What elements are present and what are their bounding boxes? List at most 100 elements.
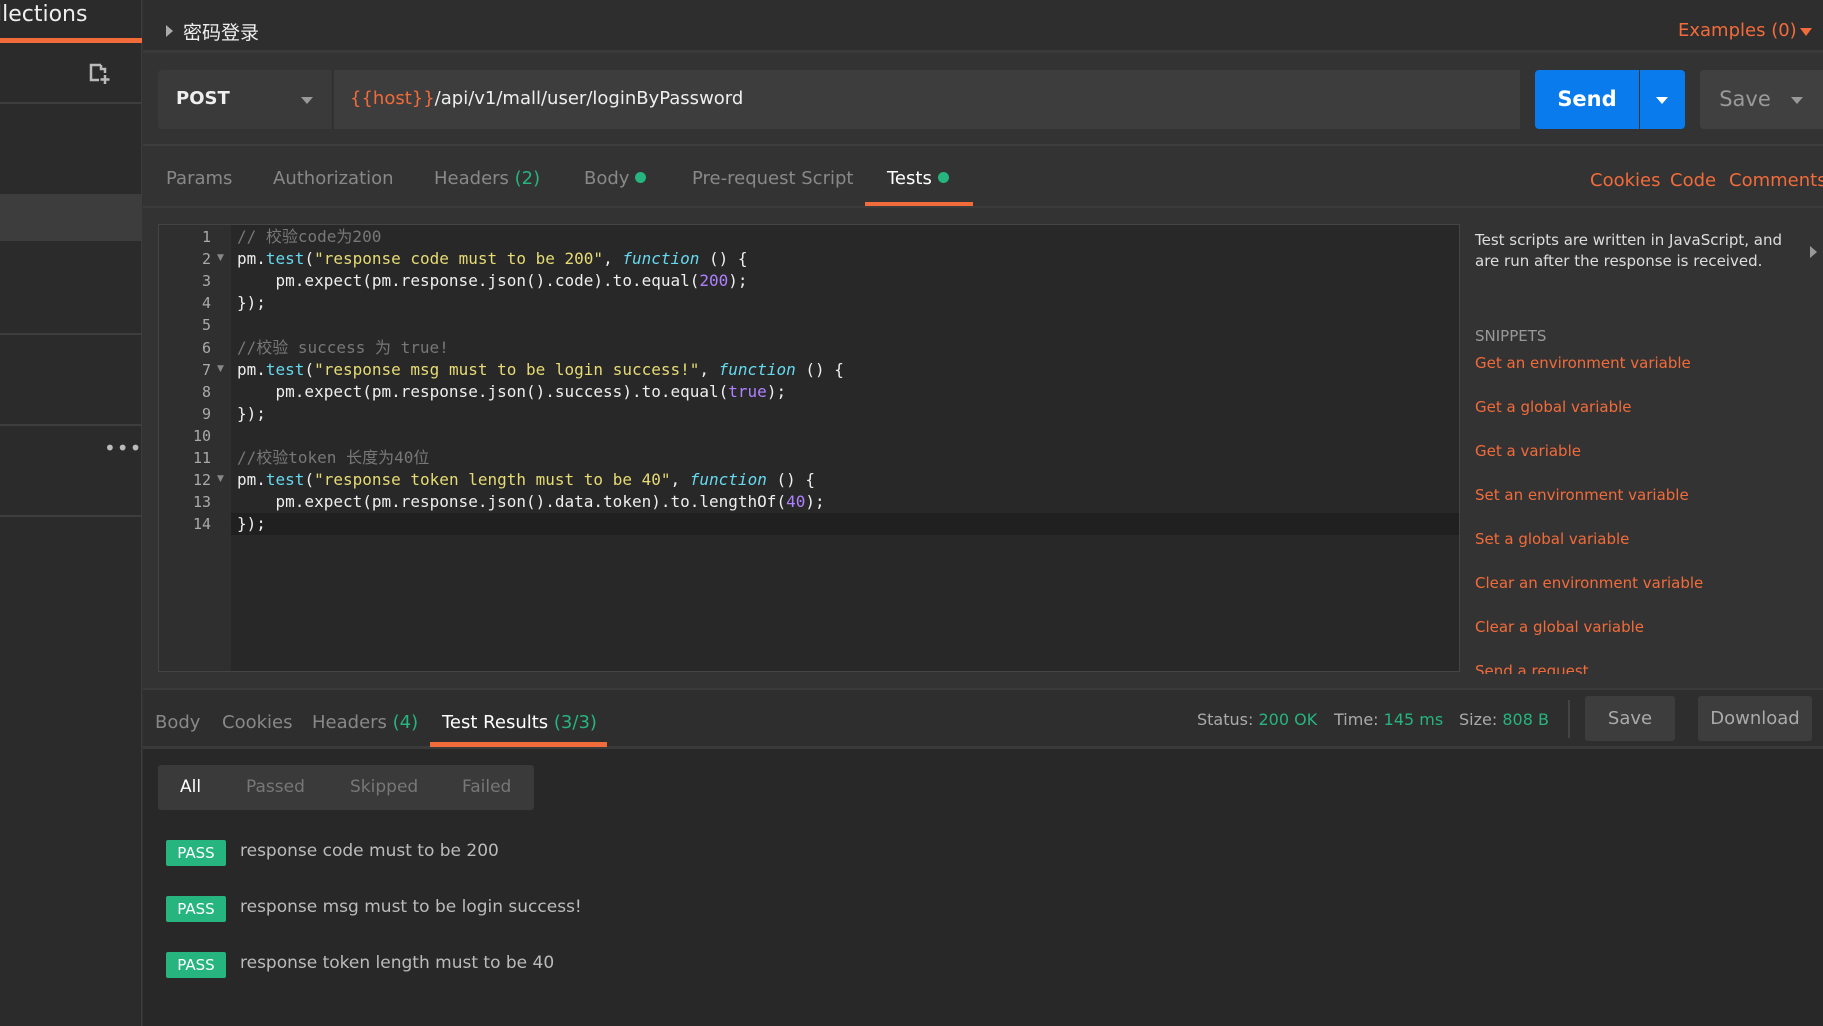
fold-toggle-icon[interactable]: ▼: [217, 364, 224, 374]
code-token: 200: [699, 271, 729, 291]
collections-tab[interactable]: llections: [0, 2, 87, 27]
status-value: 200 OK: [1258, 710, 1318, 729]
method-select[interactable]: POST: [158, 70, 333, 129]
divider: [0, 424, 142, 426]
filter-passed[interactable]: Passed: [246, 777, 305, 797]
response-tab-headers[interactable]: Headers (4): [312, 712, 418, 733]
code-token: () {: [766, 470, 815, 490]
divider: [0, 515, 142, 517]
code-line: pm.expect(pm.response.json().code).to.eq…: [237, 270, 748, 292]
line-number: 9: [201, 404, 211, 423]
code-token: });: [237, 514, 266, 534]
snippets-heading: SNIPPETS: [1475, 327, 1547, 345]
chevron-down-icon: [1791, 97, 1803, 104]
collection-item-selected[interactable]: [0, 194, 142, 241]
snippet-link[interactable]: Get a global variable: [1475, 398, 1632, 416]
expand-caret-icon[interactable]: [166, 25, 173, 37]
snippet-link[interactable]: Get an environment variable: [1475, 354, 1691, 372]
code-link[interactable]: Code: [1670, 170, 1716, 191]
divider: [0, 333, 142, 335]
line-number: 2: [201, 250, 211, 269]
code-token: //校验token 长度为40位: [237, 448, 430, 467]
code-token: (: [304, 359, 315, 379]
code-token: ,: [699, 359, 719, 379]
chevron-down-icon: [301, 97, 313, 104]
pass-badge: PASS: [166, 896, 226, 922]
save-response-button[interactable]: Save: [1585, 696, 1675, 741]
headers-count: (2): [514, 168, 541, 189]
code-token: test: [265, 359, 305, 379]
code-token: "response code must to be 200": [314, 249, 604, 269]
url-input[interactable]: {{host}}/api/v1/mall/user/loginByPasswor…: [334, 70, 1520, 129]
code-token: pm.expect(pm.response.json().data.token)…: [237, 492, 787, 512]
snippet-link[interactable]: Clear a global variable: [1475, 618, 1644, 636]
test-count: (3/3): [553, 712, 597, 733]
save-options-button[interactable]: [1775, 70, 1823, 129]
tab-authorization[interactable]: Authorization: [273, 168, 394, 189]
tab-label: Test Results: [442, 712, 549, 733]
filter-skipped[interactable]: Skipped: [350, 777, 418, 797]
tab-params[interactable]: Params: [166, 168, 232, 189]
fold-toggle-icon[interactable]: ▼: [217, 474, 224, 484]
test-result-name: response msg must to be login success!: [240, 897, 582, 917]
status-readout: Status: 200 OK: [1197, 710, 1317, 729]
tab-body[interactable]: Body: [584, 168, 647, 189]
code-token: pm.expect(pm.response.json().code).to.eq…: [237, 271, 700, 291]
send-options-button[interactable]: [1640, 70, 1685, 129]
code-line: //校验token 长度为40位: [237, 447, 429, 469]
code-token: pm.: [237, 470, 266, 490]
code-token: true: [728, 381, 767, 401]
status-label: Status:: [1197, 710, 1254, 729]
cookies-link[interactable]: Cookies: [1590, 170, 1660, 191]
snippet-link[interactable]: Set a global variable: [1475, 530, 1629, 548]
filter-failed[interactable]: Failed: [462, 777, 511, 797]
response-tab-test-results[interactable]: Test Results (3/3): [442, 712, 597, 733]
code-token: test: [265, 249, 305, 269]
line-number: 10: [192, 426, 211, 445]
request-name[interactable]: 密码登录: [183, 18, 259, 45]
fold-toggle-icon[interactable]: ▼: [217, 253, 224, 263]
snippet-link[interactable]: Set an environment variable: [1475, 486, 1689, 504]
chevron-down-icon: [1656, 97, 1668, 104]
download-button[interactable]: Download: [1698, 696, 1812, 741]
code-token: () {: [795, 359, 844, 379]
collapse-panel-icon[interactable]: [1810, 246, 1817, 258]
tab-pre-request-script[interactable]: Pre-request Script: [692, 168, 853, 189]
new-collection-icon[interactable]: [88, 62, 112, 86]
comments-link[interactable]: Comments: [1729, 170, 1823, 191]
code-editor[interactable]: 1// 校验code为200 2 ▼ pm.test("response code m…: [158, 224, 1460, 672]
code-token: ,: [603, 249, 623, 269]
code-line: pm.expect(pm.response.json().data.token)…: [237, 491, 825, 513]
response-tab-cookies[interactable]: Cookies: [222, 712, 292, 733]
code-line: //校验 success 为 true!: [237, 337, 449, 359]
code-token: function: [718, 359, 796, 379]
test-result-name: response code must to be 200: [240, 841, 499, 861]
snippet-link[interactable]: Send a request: [1475, 662, 1589, 674]
line-number: 4: [201, 294, 211, 313]
tab-tests[interactable]: Tests: [887, 168, 949, 189]
request-name-bar: [143, 0, 1823, 53]
response-tab-body[interactable]: Body: [155, 712, 200, 733]
snippet-link[interactable]: Get a variable: [1475, 442, 1581, 460]
line-number: 13: [192, 493, 211, 512]
time-label: Time:: [1334, 710, 1379, 729]
more-options-icon[interactable]: •••: [104, 436, 142, 460]
code-token: (: [304, 249, 315, 269]
time-readout: Time: 145 ms: [1334, 710, 1443, 729]
active-tab-indicator: [0, 38, 142, 43]
code-token: // 校验code为200: [237, 227, 382, 246]
line-number: 11: [192, 449, 211, 467]
sidebar: llections •••: [0, 0, 142, 1026]
code-token: () {: [699, 249, 748, 269]
tab-headers[interactable]: Headers (2): [434, 168, 540, 189]
chevron-down-icon[interactable]: [1800, 28, 1812, 36]
snippet-link[interactable]: Clear an environment variable: [1475, 574, 1703, 592]
code-token: "response token length must to be 40": [314, 470, 671, 490]
examples-dropdown[interactable]: Examples (0): [1678, 20, 1797, 41]
line-number: 14: [192, 515, 211, 534]
tab-label: Headers: [434, 168, 509, 189]
filter-all[interactable]: All: [180, 777, 201, 797]
send-button[interactable]: Send: [1535, 70, 1639, 129]
pass-badge: PASS: [166, 952, 226, 978]
code-token: "response msg must to be login success!": [314, 359, 700, 379]
